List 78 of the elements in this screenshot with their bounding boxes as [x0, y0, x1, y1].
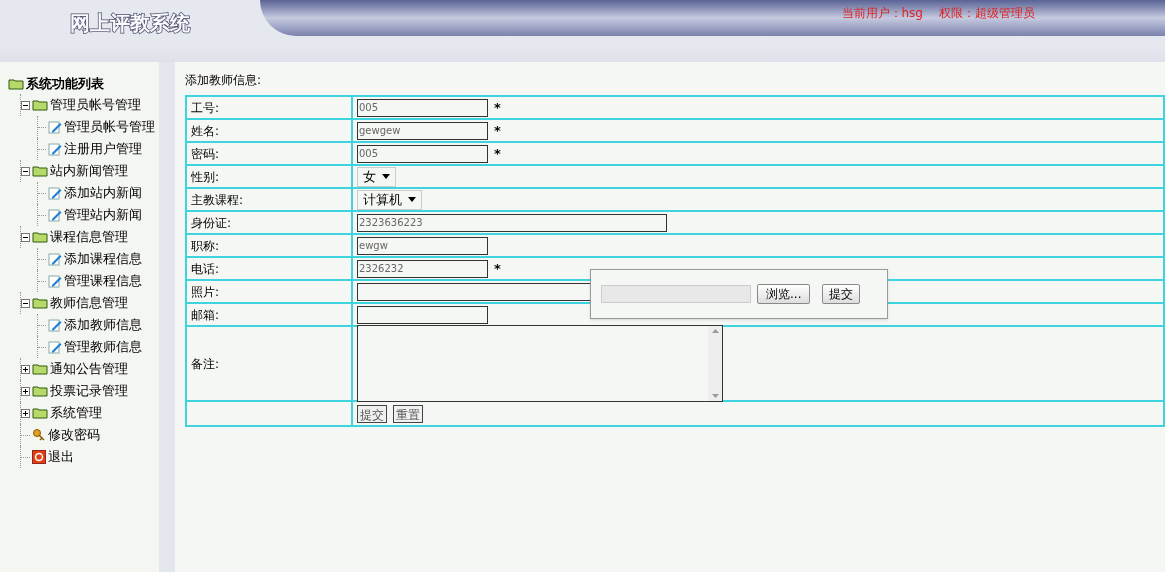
current-user-text: 当前用户：hsg	[841, 5, 923, 22]
text-field[interactable]: 005	[357, 144, 488, 163]
text-field[interactable]: 005	[357, 98, 488, 117]
pencil-page-icon	[48, 120, 62, 134]
dropdown[interactable]: 女	[357, 166, 396, 187]
app-title: 网上评教系统	[70, 10, 190, 37]
collapse-toggle-icon[interactable]	[21, 100, 30, 110]
folder-icon	[32, 99, 48, 111]
pencil-page-icon	[48, 252, 62, 266]
tree-item[interactable]: 站内新闻管理	[50, 161, 128, 181]
form-button[interactable]: 重置	[393, 404, 423, 423]
text-field[interactable]: ewgw	[357, 236, 488, 255]
browse-button[interactable]: 浏览...	[757, 284, 811, 304]
tree-item[interactable]: 添加课程信息	[64, 249, 142, 269]
tree-item[interactable]: 系统管理	[50, 403, 102, 423]
tree-item[interactable]: 修改密码	[48, 425, 100, 445]
form-heading: 添加教师信息:	[185, 72, 263, 89]
field-label: 照片:	[191, 283, 220, 301]
folder-icon	[32, 165, 48, 177]
tree-item[interactable]: 管理员帐号管理	[50, 95, 141, 115]
tree-item[interactable]: 退出	[48, 447, 74, 467]
collapse-toggle-icon[interactable]	[21, 232, 30, 242]
text-field[interactable]	[357, 305, 488, 324]
key-icon	[32, 428, 46, 442]
exit-icon	[32, 450, 46, 464]
text-field[interactable]: gewgew	[357, 121, 488, 140]
folder-icon	[32, 407, 48, 419]
field-label: 备注:	[191, 355, 220, 373]
required-marker: *	[494, 121, 501, 140]
tree-item[interactable]: 注册用户管理	[64, 139, 142, 159]
tree-item[interactable]: 通知公告管理	[50, 359, 128, 379]
required-marker: *	[494, 144, 501, 163]
tree-item[interactable]: 管理课程信息	[64, 271, 142, 291]
tree-item[interactable]: 管理教师信息	[64, 337, 142, 357]
dropdown[interactable]: 计算机	[357, 189, 422, 210]
role-text: 权限：超级管理员	[939, 5, 1035, 22]
collapse-toggle-icon[interactable]	[21, 298, 30, 308]
text-field[interactable]: 2323636223	[357, 213, 667, 232]
collapse-toggle-icon[interactable]	[21, 166, 30, 176]
tree-item[interactable]: 添加站内新闻	[64, 183, 142, 203]
caret-icon	[408, 197, 416, 202]
field-label: 密码:	[191, 145, 220, 163]
tree-item[interactable]: 投票记录管理	[50, 381, 128, 401]
pencil-page-icon	[48, 186, 62, 200]
required-marker: *	[494, 98, 501, 117]
tree-root-label: 系统功能列表	[26, 75, 104, 94]
field-label: 职称:	[191, 237, 220, 255]
pencil-page-icon	[48, 340, 62, 354]
pencil-page-icon	[48, 274, 62, 288]
pencil-page-icon	[48, 142, 62, 156]
expand-toggle-icon[interactable]	[21, 364, 30, 374]
tree-item[interactable]: 添加教师信息	[64, 315, 142, 335]
folder-icon	[32, 363, 48, 375]
folder-icon	[32, 297, 48, 309]
field-label: 工号:	[191, 99, 220, 117]
folder-icon	[32, 385, 48, 397]
tree-item[interactable]: 管理员帐号管理	[64, 117, 155, 137]
folder-icon	[32, 231, 48, 243]
expand-toggle-icon[interactable]	[21, 408, 30, 418]
folder-icon	[8, 78, 24, 90]
pencil-page-icon	[48, 208, 62, 222]
expand-toggle-icon[interactable]	[21, 386, 30, 396]
field-label: 电话:	[191, 260, 220, 278]
field-label: 姓名:	[191, 122, 220, 140]
file-path-field[interactable]	[601, 285, 751, 303]
field-label: 邮箱:	[191, 306, 220, 324]
form-button[interactable]: 提交	[357, 404, 387, 423]
pencil-page-icon	[48, 318, 62, 332]
field-label: 身份证:	[191, 214, 232, 232]
text-field[interactable]: 2326232	[357, 259, 488, 278]
tree-item[interactable]: 管理站内新闻	[64, 205, 142, 225]
tree-item[interactable]: 课程信息管理	[50, 227, 128, 247]
tree-item[interactable]: 教师信息管理	[50, 293, 128, 313]
field-label: 主教课程:	[191, 191, 244, 209]
upload-submit-button[interactable]: 提交	[822, 284, 861, 304]
required-marker: *	[494, 259, 501, 278]
field-label: 性别:	[191, 168, 220, 186]
caret-icon	[382, 174, 390, 179]
